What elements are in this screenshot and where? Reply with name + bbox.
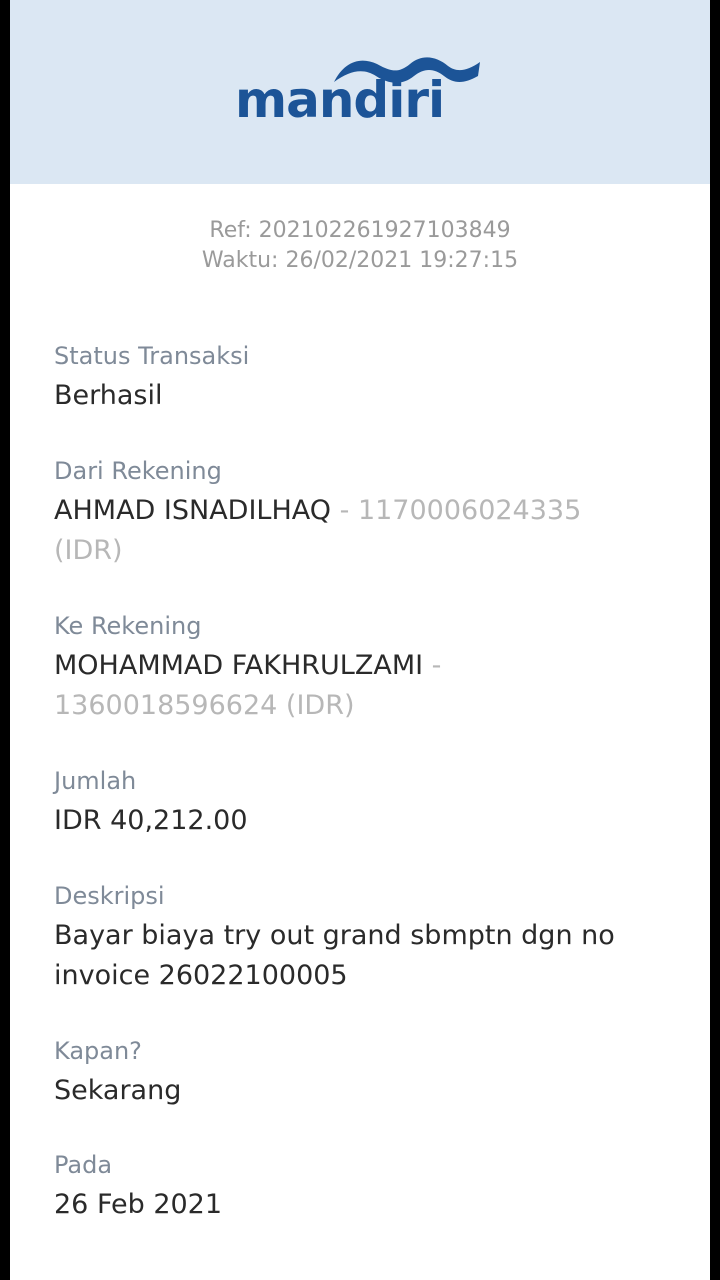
mandiri-logo: mandiri <box>235 52 485 132</box>
destination-account-label: Ke Rekening <box>54 612 202 640</box>
date-value: 26 Feb 2021 <box>54 1189 223 1220</box>
status-value: Berhasil <box>54 380 163 411</box>
destination-account-separator: - <box>423 650 442 681</box>
amount-label: Jumlah <box>54 767 137 795</box>
mandiri-wordmark: mandiri <box>235 71 445 129</box>
reference-info: Ref: 20210226192710384​9 Waktu: 26/02/20… <box>10 216 710 276</box>
source-account-number: 1170006024335 <box>357 495 582 526</box>
source-account-currency: (IDR) <box>54 535 123 566</box>
header-banner: mandiri <box>10 0 710 184</box>
destination-account-currency: (IDR) <box>285 690 355 721</box>
destination-account-value: MOHAMMAD FAKHRULZAMI - 1360018596624 (IDR… <box>54 646 674 726</box>
source-account-name: AHMAD ISNADILHAQ <box>54 495 332 526</box>
destination-account-field: Ke Rekening MOHAMMAD FAKHRULZAMI - 136001… <box>54 610 674 726</box>
schedule-value: Sekarang <box>54 1075 182 1106</box>
source-account-field: Dari Rekening AHMAD ISNADILHAQ - 1170006… <box>54 455 674 571</box>
amount-field: Jumlah IDR 40,212.00 <box>54 765 674 841</box>
reference-number: Ref: 20210226192710384​9 <box>209 218 511 243</box>
description-label: Deskripsi <box>54 882 165 910</box>
status-field: Status Transaksi Berhasil <box>54 340 674 416</box>
description-value: Bayar biaya try out grand sbmptn dgn no … <box>54 920 615 991</box>
date-label: Pada <box>54 1151 113 1179</box>
destination-account-number: 1360018596624 <box>54 690 278 721</box>
status-label: Status Transaksi <box>54 342 250 370</box>
receipt-screen: mandiri Ref: 20210226192710384​9 Waktu: … <box>10 0 710 1280</box>
source-account-value: AHMAD ISNADILHAQ - 1170006024335 (IDR) <box>54 491 674 571</box>
source-account-separator: - <box>331 495 358 526</box>
source-account-label: Dari Rekening <box>54 457 222 485</box>
date-field: Pada 26 Feb 2021 <box>54 1149 674 1225</box>
amount-value: IDR 40,212.00 <box>54 805 248 836</box>
transaction-time: Waktu: 26/02/2021 19:27:15 <box>201 248 519 273</box>
schedule-label: Kapan? <box>54 1037 142 1065</box>
destination-account-name: MOHAMMAD FAKHRULZAMI <box>54 650 424 681</box>
schedule-field: Kapan? Sekarang <box>54 1035 674 1111</box>
description-field: Deskripsi Bayar biaya try out grand sbmp… <box>54 880 674 996</box>
